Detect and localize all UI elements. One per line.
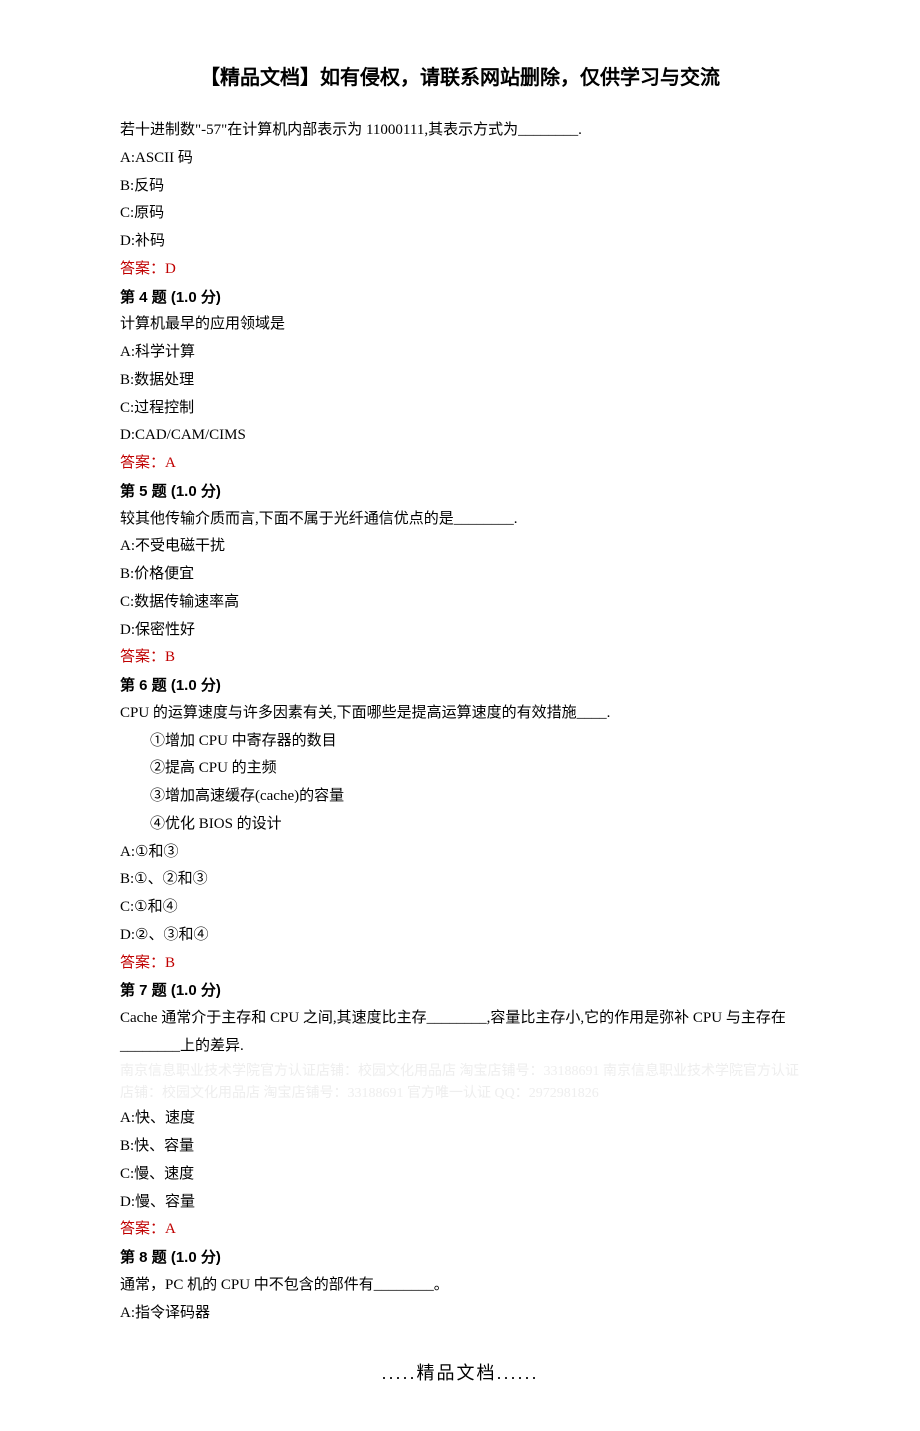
q7-option-c: C:慢、速度: [120, 1161, 800, 1189]
q6-option-d: D:②、③和④: [120, 922, 800, 950]
q5-text: 较其他传输介质而言,下面不属于光纤通信优点的是________.: [120, 506, 800, 534]
q6-item-4: ④优化 BIOS 的设计: [120, 811, 800, 839]
q3-option-a: A:ASCII 码: [120, 145, 800, 173]
q4-title: 第 4 题 (1.0 分): [120, 284, 800, 312]
q3-option-b: B:反码: [120, 173, 800, 201]
q6-option-b: B:①、②和③: [120, 866, 800, 894]
question-6: 第 6 题 (1.0 分) CPU 的运算速度与许多因素有关,下面哪些是提高运算…: [120, 672, 800, 977]
document-footer: .....精品文档......: [120, 1357, 800, 1390]
q5-option-c: C:数据传输速率高: [120, 589, 800, 617]
q5-option-b: B:价格便宜: [120, 561, 800, 589]
q7-text: Cache 通常介于主存和 CPU 之间,其速度比主存________,容量比主…: [120, 1005, 800, 1061]
q5-option-a: A:不受电磁干扰: [120, 533, 800, 561]
q5-title: 第 5 题 (1.0 分): [120, 478, 800, 506]
watermark-text: 南京信息职业技术学院官方认证店铺：校园文化用品店 淘宝店铺号：33188691 …: [120, 1061, 800, 1106]
q4-option-a: A:科学计算: [120, 339, 800, 367]
q3-answer: 答案：D: [120, 256, 800, 284]
q4-option-d: D:CAD/CAM/CIMS: [120, 422, 800, 450]
q8-option-a: A:指令译码器: [120, 1300, 800, 1328]
q7-title: 第 7 题 (1.0 分): [120, 977, 800, 1005]
q4-text: 计算机最早的应用领域是: [120, 311, 800, 339]
q6-text: CPU 的运算速度与许多因素有关,下面哪些是提高运算速度的有效措施____.: [120, 700, 800, 728]
q5-answer: 答案：B: [120, 644, 800, 672]
document-header: 【精品文档】如有侵权，请联系网站删除，仅供学习与交流: [120, 60, 800, 97]
q7-option-b: B:快、容量: [120, 1133, 800, 1161]
question-7: 第 7 题 (1.0 分) Cache 通常介于主存和 CPU 之间,其速度比主…: [120, 977, 800, 1244]
q6-item-3: ③增加高速缓存(cache)的容量: [120, 783, 800, 811]
q6-option-c: C:①和④: [120, 894, 800, 922]
q4-option-c: C:过程控制: [120, 395, 800, 423]
q4-answer: 答案：A: [120, 450, 800, 478]
q3-text: 若十进制数"-57"在计算机内部表示为 11000111,其表示方式为_____…: [120, 117, 800, 145]
q7-option-d: D:慢、容量: [120, 1189, 800, 1217]
q8-text: 通常，PC 机的 CPU 中不包含的部件有________。: [120, 1272, 800, 1300]
document-page: 【精品文档】如有侵权，请联系网站删除，仅供学习与交流 若十进制数"-57"在计算…: [0, 0, 920, 1431]
q3-option-c: C:原码: [120, 200, 800, 228]
q5-option-d: D:保密性好: [120, 617, 800, 645]
q4-option-b: B:数据处理: [120, 367, 800, 395]
question-3: 若十进制数"-57"在计算机内部表示为 11000111,其表示方式为_____…: [120, 117, 800, 284]
question-4: 第 4 题 (1.0 分) 计算机最早的应用领域是 A:科学计算 B:数据处理 …: [120, 284, 800, 478]
q8-title: 第 8 题 (1.0 分): [120, 1244, 800, 1272]
q6-answer: 答案：B: [120, 950, 800, 978]
q6-title: 第 6 题 (1.0 分): [120, 672, 800, 700]
q7-answer: 答案：A: [120, 1216, 800, 1244]
q7-option-a: A:快、速度: [120, 1105, 800, 1133]
q6-option-a: A:①和③: [120, 839, 800, 867]
question-5: 第 5 题 (1.0 分) 较其他传输介质而言,下面不属于光纤通信优点的是___…: [120, 478, 800, 672]
question-8: 第 8 题 (1.0 分) 通常，PC 机的 CPU 中不包含的部件有_____…: [120, 1244, 800, 1327]
q6-item-2: ②提高 CPU 的主频: [120, 755, 800, 783]
q3-option-d: D:补码: [120, 228, 800, 256]
q6-item-1: ①增加 CPU 中寄存器的数目: [120, 728, 800, 756]
